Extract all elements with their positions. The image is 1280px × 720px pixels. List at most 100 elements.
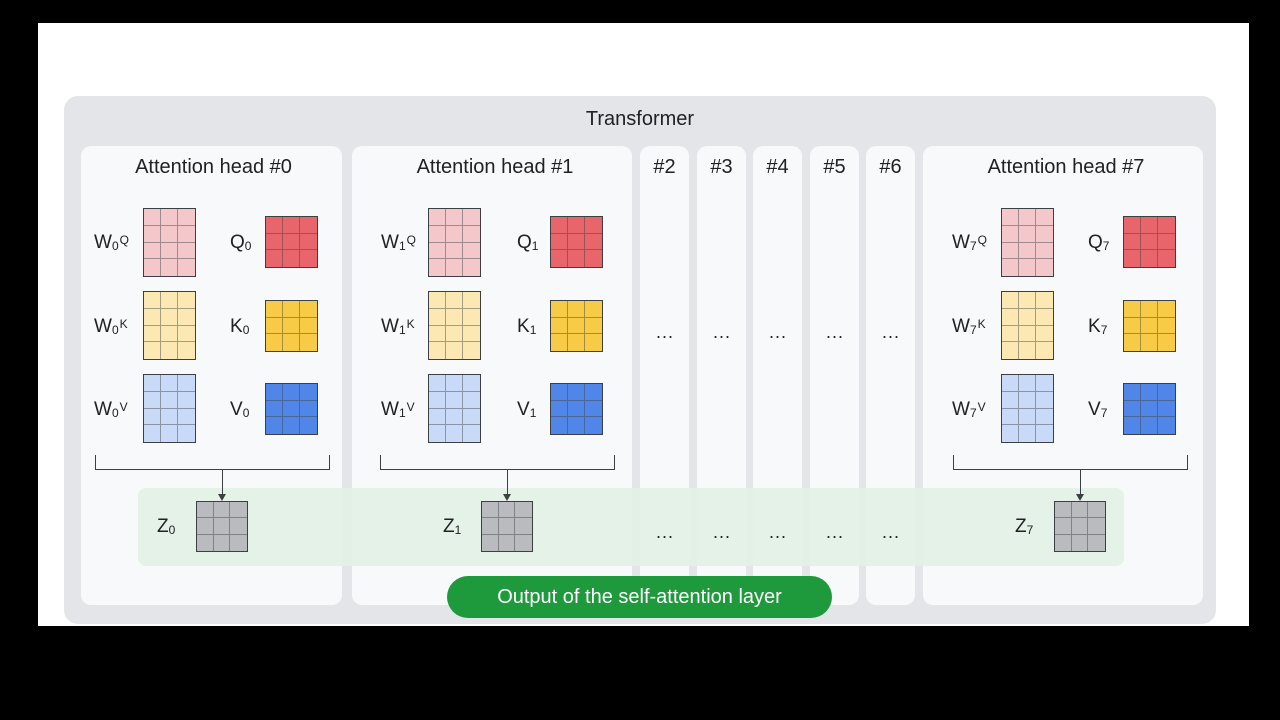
matrix-cell <box>1141 301 1158 318</box>
matrix-cell <box>266 250 283 267</box>
w0q-matrix <box>143 208 196 277</box>
matrix-cell <box>446 292 463 309</box>
k0-matrix <box>265 300 318 352</box>
matrix-cell <box>429 342 446 359</box>
w1v-label: W1V <box>381 399 415 420</box>
matrix-cell <box>551 217 568 234</box>
matrix-cell <box>144 225 161 243</box>
matrix-cell <box>568 301 585 318</box>
w7k-label: W7K <box>952 316 986 337</box>
matrix-cell <box>178 342 195 359</box>
matrix-cell <box>446 209 463 226</box>
matrix-cell <box>463 326 480 343</box>
matrix-cell <box>1036 259 1053 276</box>
matrix-cell <box>178 243 195 260</box>
matrix-cell <box>1002 375 1019 392</box>
matrix-cell <box>283 334 300 351</box>
matrix-cell <box>144 308 161 326</box>
matrix-cell <box>178 309 195 326</box>
q0-matrix <box>265 216 318 268</box>
matrix-cell <box>1019 209 1036 226</box>
matrix-cell <box>161 225 178 243</box>
k0-label: K0 <box>230 316 250 337</box>
matrix-cell <box>1036 342 1053 359</box>
w7v-label: W7V <box>952 399 986 420</box>
matrix-cell <box>463 226 480 243</box>
z7-label: Z7 <box>1015 516 1034 537</box>
matrix-cell <box>463 425 480 442</box>
k1-label: K1 <box>517 316 537 337</box>
output-label: Output of the self-attention layer <box>447 576 832 618</box>
matrix-cell <box>161 375 178 392</box>
matrix-cell <box>1158 217 1175 234</box>
matrix-cell <box>1071 502 1089 519</box>
matrix-cell <box>446 242 463 260</box>
matrix-cell <box>515 502 532 519</box>
matrix-cell <box>300 417 317 434</box>
matrix-cell <box>1141 334 1158 351</box>
matrix-cell <box>144 325 161 343</box>
matrix-cell <box>568 233 585 251</box>
matrix-cell <box>283 233 300 251</box>
matrix-cell <box>551 301 568 318</box>
matrix-cell <box>1124 384 1141 401</box>
w0k-label: W0K <box>94 316 128 337</box>
matrix-cell <box>1019 408 1036 426</box>
w7q-label: W7Q <box>952 232 987 253</box>
matrix-cell <box>1158 301 1175 318</box>
matrix-cell <box>161 408 178 426</box>
head-3-ellipsis: ... <box>712 322 731 342</box>
matrix-cell <box>283 317 300 335</box>
matrix-cell <box>300 334 317 351</box>
k1-matrix <box>550 300 603 352</box>
matrix-cell <box>161 292 178 309</box>
matrix-cell <box>568 250 585 267</box>
matrix-cell <box>429 408 446 426</box>
head-0-connector <box>222 470 223 494</box>
matrix-cell <box>585 234 602 251</box>
matrix-cell <box>1158 334 1175 351</box>
matrix-cell <box>463 309 480 326</box>
matrix-cell <box>1124 334 1141 351</box>
matrix-cell <box>463 209 480 226</box>
k7-matrix <box>1123 300 1176 352</box>
matrix-cell <box>482 534 499 551</box>
matrix-cell <box>1036 425 1053 442</box>
matrix-cell <box>1002 209 1019 226</box>
matrix-cell <box>429 292 446 309</box>
matrix-cell <box>283 250 300 267</box>
matrix-cell <box>161 308 178 326</box>
matrix-cell <box>230 518 247 535</box>
matrix-cell <box>1036 409 1053 426</box>
matrix-cell <box>515 518 532 535</box>
matrix-cell <box>1019 225 1036 243</box>
matrix-cell <box>568 384 585 401</box>
matrix-cell <box>161 342 178 359</box>
matrix-cell <box>1019 425 1036 442</box>
matrix-cell <box>551 417 568 434</box>
v0-label: V0 <box>230 399 250 420</box>
matrix-cell <box>300 217 317 234</box>
matrix-cell <box>1036 292 1053 309</box>
matrix-cell <box>1158 234 1175 251</box>
matrix-cell <box>446 375 463 392</box>
transformer-title: Transformer <box>585 108 695 130</box>
matrix-cell <box>283 384 300 401</box>
matrix-cell <box>161 259 178 276</box>
matrix-cell <box>1141 317 1158 335</box>
matrix-cell <box>161 425 178 442</box>
matrix-cell <box>1124 317 1141 335</box>
matrix-cell <box>214 534 231 551</box>
matrix-cell <box>144 292 161 309</box>
head-0-bracket <box>95 455 330 470</box>
matrix-cell <box>266 317 283 335</box>
matrix-cell <box>568 334 585 351</box>
matrix-cell <box>1036 326 1053 343</box>
matrix-cell <box>1002 242 1019 260</box>
v0-matrix <box>265 383 318 435</box>
matrix-cell <box>1002 325 1019 343</box>
matrix-cell <box>1141 217 1158 234</box>
matrix-cell <box>1002 292 1019 309</box>
matrix-cell <box>585 401 602 418</box>
head-1-arrowhead <box>503 494 511 501</box>
